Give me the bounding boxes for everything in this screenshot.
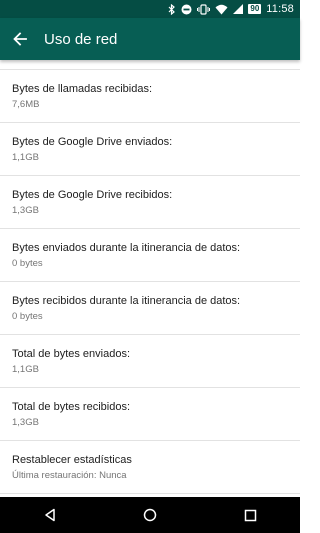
home-circle-icon: [143, 508, 157, 522]
item-value: 0 bytes: [12, 310, 43, 322]
navigation-bar: [0, 497, 300, 533]
item-value: 0 bytes: [12, 257, 43, 269]
do-not-disturb-icon: [181, 4, 192, 15]
status-time: 11:58: [266, 3, 294, 15]
list-item-total-bytes-sent: Total de bytes enviados: 1,1GB: [0, 335, 300, 388]
status-bar: 90 11:58: [0, 0, 300, 18]
settings-list: Bytes de llamadas recibidas: 7,6MB Bytes…: [0, 60, 300, 497]
battery-icon: 90: [248, 4, 262, 14]
list-item-roaming-bytes-received: Bytes recibidos durante la itinerancia d…: [0, 282, 300, 335]
back-button[interactable]: [0, 18, 40, 60]
item-value: Última restauración: Nunca: [12, 469, 127, 481]
arrow-back-icon: [13, 32, 27, 46]
item-value: 7,6MB: [12, 98, 40, 110]
app-bar: Uso de red: [0, 18, 300, 60]
back-triangle-icon: [45, 508, 55, 522]
reset-statistics-button[interactable]: Restablecer estadísticas Última restaura…: [0, 441, 300, 494]
item-title: Bytes de llamadas recibidas:: [12, 82, 153, 95]
item-title: Bytes recibidos durante la itinerancia d…: [12, 294, 241, 307]
item-value: 1,3GB: [12, 416, 39, 428]
item-value: 1,1GB: [12, 363, 39, 375]
item-value: 1,1GB: [12, 151, 39, 163]
nav-back-button[interactable]: [30, 497, 70, 533]
nav-home-button[interactable]: [130, 497, 170, 533]
list-item-drive-bytes-sent: Bytes de Google Drive enviados: 1,1GB: [0, 123, 300, 176]
wifi-icon: [215, 4, 228, 15]
item-title: Total de bytes recibidos:: [12, 400, 131, 413]
item-title: Bytes de Google Drive enviados:: [12, 135, 173, 148]
item-title: Bytes enviados durante la itinerancia de…: [12, 241, 241, 254]
item-value: 1,3GB: [12, 204, 39, 216]
item-title: Bytes de Google Drive recibidos:: [12, 188, 173, 201]
list-item-total-bytes-received: Total de bytes recibidos: 1,3GB: [0, 388, 300, 441]
list-item-roaming-bytes-sent: Bytes enviados durante la itinerancia de…: [0, 229, 300, 282]
signal-icon: [233, 4, 244, 14]
page-title: Uso de red: [44, 30, 118, 48]
item-title: Total de bytes enviados:: [12, 347, 131, 360]
bluetooth-icon: [168, 3, 176, 15]
list-item-call-bytes-received: Bytes de llamadas recibidas: 7,6MB: [0, 70, 300, 123]
list-item-drive-bytes-received: Bytes de Google Drive recibidos: 1,3GB: [0, 176, 300, 229]
nav-recents-button[interactable]: [230, 497, 270, 533]
item-title: Restablecer estadísticas: [12, 453, 132, 466]
list-top-edge: [0, 60, 300, 70]
vibrate-icon: [197, 3, 211, 15]
recents-square-icon: [244, 509, 256, 521]
